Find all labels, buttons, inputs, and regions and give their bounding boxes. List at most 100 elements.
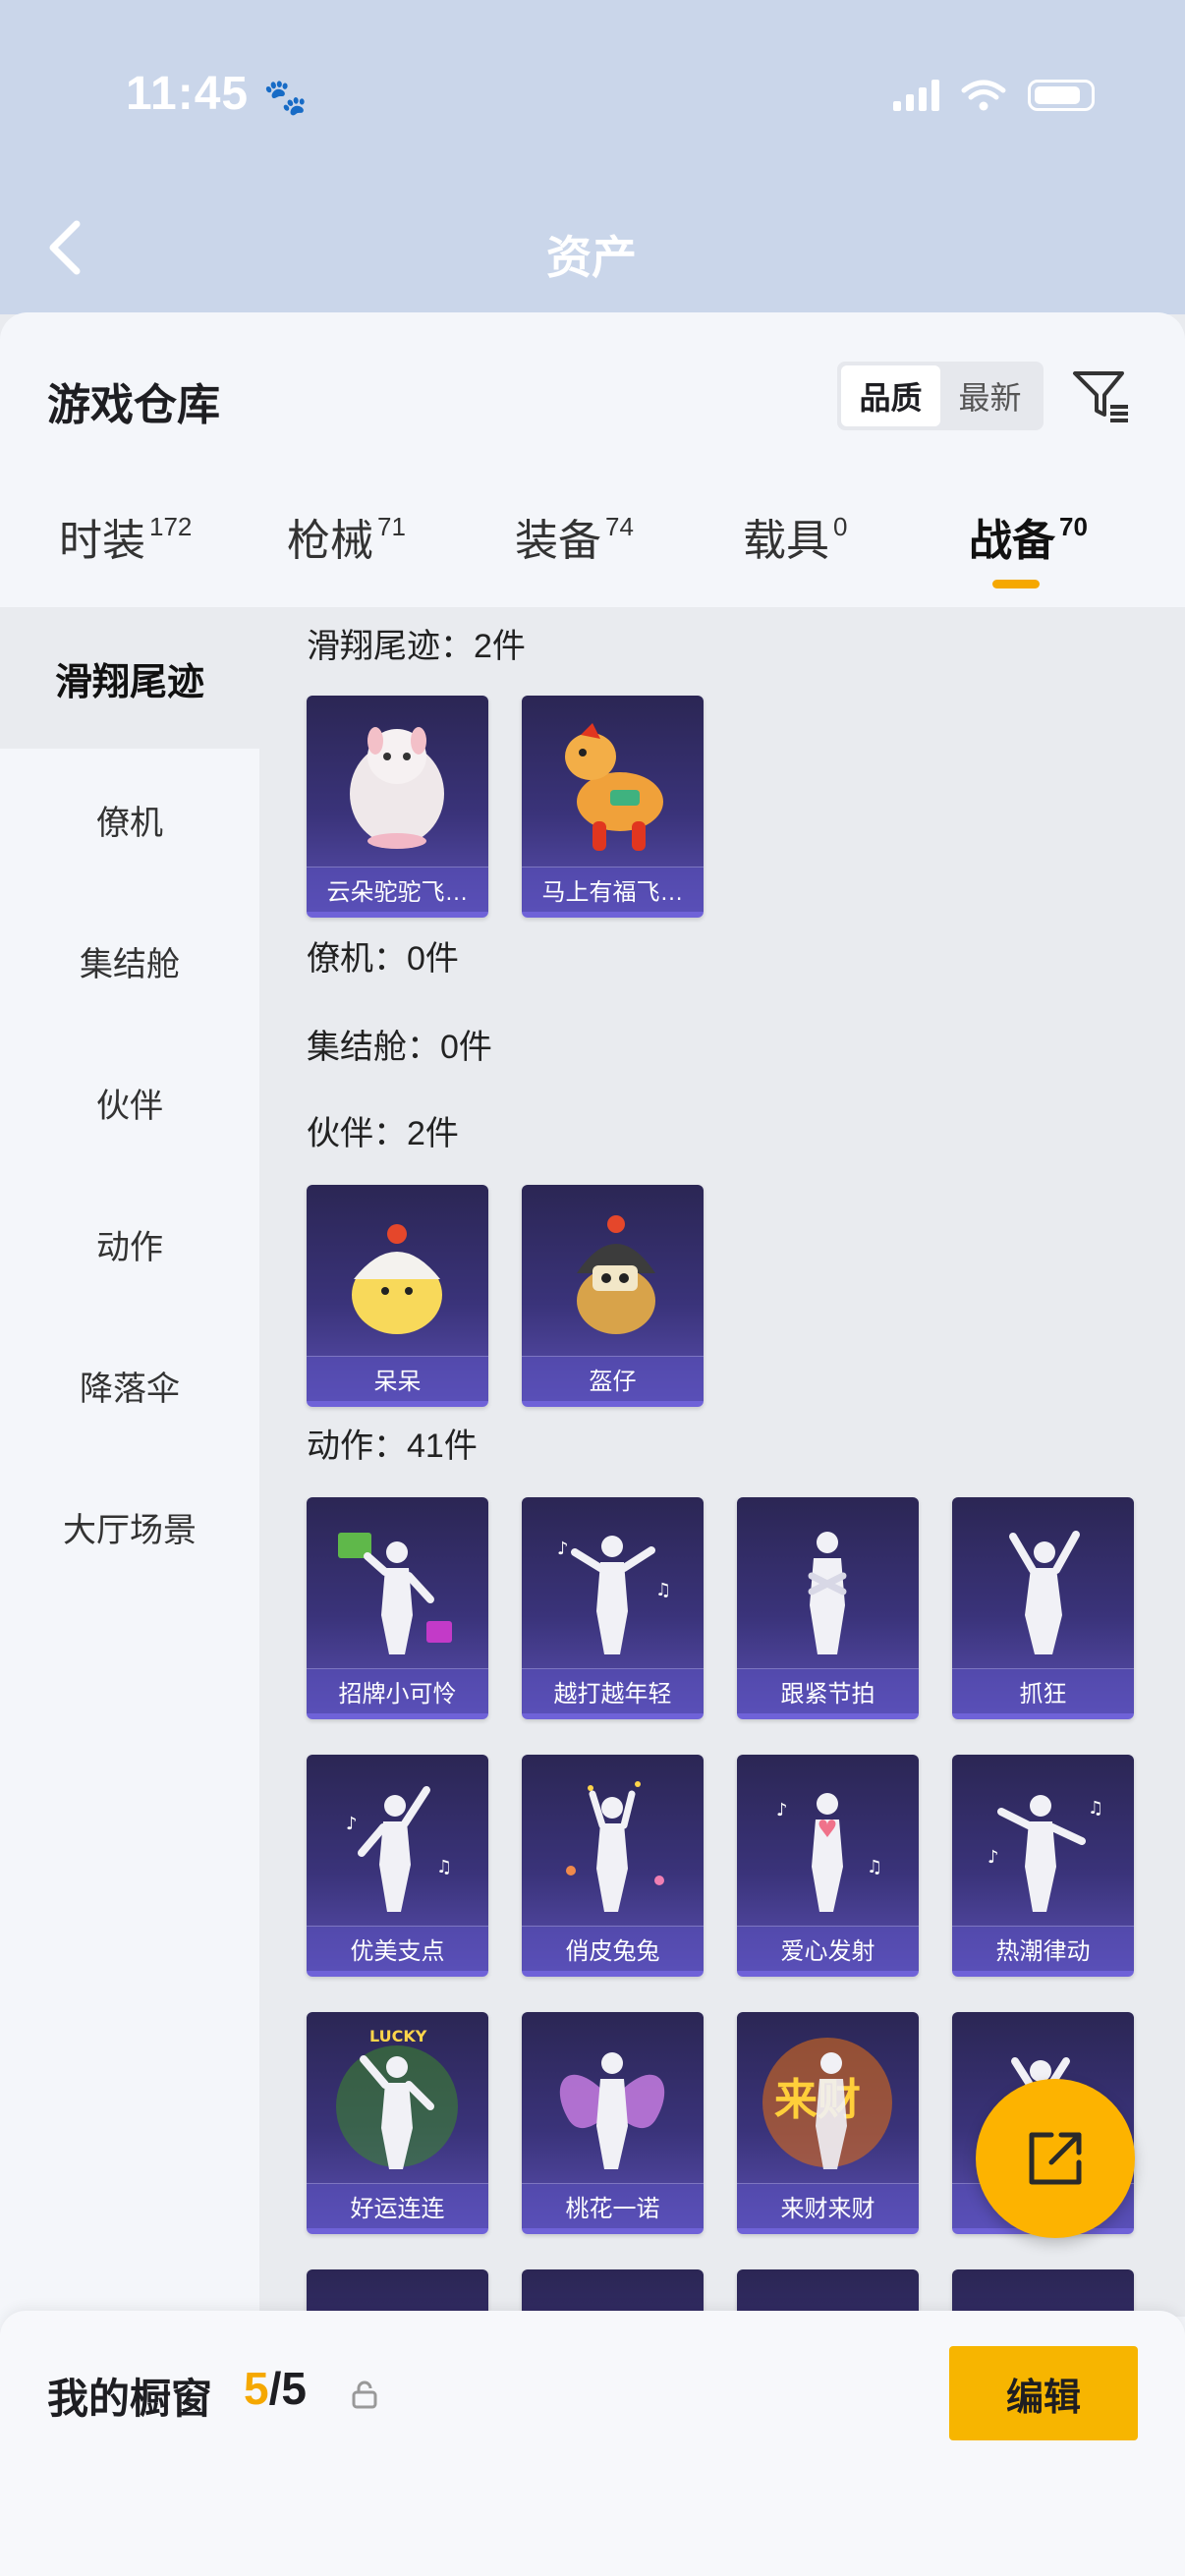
share-button[interactable]	[976, 2079, 1135, 2238]
item-name: 跟紧节拍	[737, 1668, 919, 1713]
svg-text:♫: ♫	[436, 1857, 452, 1877]
showcase-count: 5/5	[244, 2363, 307, 2414]
horse-glide-image	[565, 723, 663, 851]
item-name: 桃花一诺	[522, 2183, 704, 2228]
item-name: 呆呆	[307, 1356, 488, 1401]
showcase-label: 我的橱窗	[47, 2376, 213, 2422]
item-card[interactable]	[522, 2269, 704, 2317]
item-name: 云朵驼驼飞…	[307, 867, 488, 912]
battery-icon	[1028, 80, 1095, 111]
share-icon	[1029, 2132, 1082, 2185]
item-card[interactable]: 桃花一诺	[522, 2012, 704, 2234]
sidebar-item-parachute[interactable]: 降落伞	[0, 1315, 259, 1456]
edit-button[interactable]: 编辑	[949, 2346, 1138, 2440]
item-name: 热潮律动	[952, 1926, 1134, 1971]
sidebar: 滑翔尾迹 僚机 集结舱 伙伴 动作 降落伞 大厅场景	[0, 607, 259, 2576]
svg-text:♪: ♪	[776, 1800, 788, 1820]
item-card[interactable]: ♪ ♫ 优美支点	[307, 1755, 488, 1977]
tab-fashion[interactable]: 时装 172	[59, 505, 192, 568]
emote-figure-image: 来财	[762, 2038, 892, 2169]
sort-newest-button[interactable]: 最新	[940, 365, 1040, 426]
chick-partner-image	[352, 1224, 442, 1334]
back-arrow-icon[interactable]	[45, 218, 85, 277]
background-header: 11:45 🐾 资产	[0, 0, 1185, 314]
item-name: 优美支点	[307, 1926, 488, 1971]
item-card[interactable]: 抓狂	[952, 1497, 1134, 1719]
status-time: 11:45	[126, 68, 250, 120]
item-card[interactable]: ♪ ♫ 越打越年轻	[522, 1497, 704, 1719]
sort-toggle: 品质 最新	[837, 362, 1044, 430]
wifi-icon	[961, 80, 1006, 111]
item-card[interactable]: ♪ ♫ 爱心发射	[737, 1755, 919, 1977]
signal-icon	[893, 80, 939, 111]
warehouse-title: 游戏仓库	[47, 381, 220, 429]
item-name: 爱心发射	[737, 1926, 919, 1971]
lock-icon	[352, 2380, 377, 2409]
svg-text:♫: ♫	[1088, 1798, 1103, 1819]
emote-figure-image: ♪ ♫	[988, 1795, 1103, 1912]
emote-figure-image: ♪ ♫	[557, 1536, 671, 1654]
item-card[interactable]: ♪ ♫ 热潮律动	[952, 1755, 1134, 1977]
item-grid: 滑翔尾迹：2件 云朵驼驼飞… 马上有福飞… 僚机：0件 集结舱：0件 伙伴：2件…	[259, 607, 1185, 2317]
item-card[interactable]: 马上有福飞…	[522, 696, 704, 918]
item-card[interactable]	[307, 2269, 488, 2317]
tab-equipment[interactable]: 装备 74	[515, 505, 634, 568]
sort-quality-button[interactable]: 品质	[841, 365, 940, 426]
emote-figure-image: ♪ ♫	[776, 1793, 882, 1912]
emote-figure-image: ♪ ♫	[346, 1786, 452, 1912]
item-name: 抓狂	[952, 1668, 1134, 1713]
category-tabs: 时装 172 枪械 71 装备 74 载具 0 战备 70	[0, 505, 1185, 613]
showcase-bar: 我的橱窗 5/5 编辑	[0, 2311, 1185, 2576]
item-name: 好运连连	[307, 2183, 488, 2228]
section-label-emote: 动作：41件	[307, 1428, 478, 1465]
svg-text:♪: ♪	[988, 1847, 999, 1868]
sidebar-item-lobby[interactable]: 大厅场景	[0, 1456, 259, 1597]
emote-figure-image	[808, 1532, 847, 1654]
helmet-chick-partner-image	[577, 1215, 655, 1334]
page-title: 资产	[546, 232, 637, 283]
emote-figure-image	[559, 2052, 665, 2169]
item-name: 俏皮兔兔	[522, 1926, 704, 1971]
emote-figure-image	[566, 1781, 664, 1912]
item-card[interactable]	[952, 2269, 1134, 2317]
svg-text:LUCKY: LUCKY	[369, 2027, 427, 2045]
sidebar-item-wingman[interactable]: 僚机	[0, 749, 259, 890]
emote-figure-image	[338, 1533, 452, 1654]
item-name: 招牌小可怜	[307, 1668, 488, 1713]
filter-icon[interactable]	[1069, 364, 1134, 428]
tab-vehicles[interactable]: 载具 0	[743, 505, 847, 568]
paw-icon: 🐾	[263, 77, 308, 117]
section-label-wingman: 僚机：0件	[307, 940, 459, 978]
active-tab-indicator	[992, 580, 1040, 588]
item-card[interactable]: 招牌小可怜	[307, 1497, 488, 1719]
item-card[interactable]: 盔仔	[522, 1185, 704, 1407]
sidebar-item-partner[interactable]: 伙伴	[0, 1032, 259, 1173]
item-card[interactable]: 云朵驼驼飞…	[307, 696, 488, 918]
svg-text:♫: ♫	[867, 1857, 882, 1877]
sidebar-item-emote[interactable]: 动作	[0, 1173, 259, 1315]
alpaca-glide-image	[350, 727, 444, 849]
svg-text:♫: ♫	[655, 1580, 671, 1600]
tab-guns[interactable]: 枪械 71	[287, 505, 406, 568]
svg-text:♪: ♪	[557, 1539, 569, 1559]
item-card[interactable]: 跟紧节拍	[737, 1497, 919, 1719]
warehouse-sheet: 游戏仓库 品质 最新 时装 172 枪械 71 装备 74 载具 0 战备 70 滑翔尾迹…	[0, 312, 1185, 2576]
emote-figure-image	[1009, 1531, 1080, 1654]
sidebar-item-glide[interactable]: 滑翔尾迹	[0, 607, 259, 749]
emote-figure-image: LUCKY	[336, 2027, 458, 2169]
status-icons	[893, 79, 1095, 112]
item-card[interactable]: 呆呆	[307, 1185, 488, 1407]
sidebar-item-pod[interactable]: 集结舱	[0, 890, 259, 1032]
item-card[interactable]	[737, 2269, 919, 2317]
section-label-pod: 集结舱：0件	[307, 1029, 492, 1066]
item-name: 盔仔	[522, 1356, 704, 1401]
item-card[interactable]: LUCKY 好运连连	[307, 2012, 488, 2234]
item-card[interactable]: 来财 来财来财	[737, 2012, 919, 2234]
tab-readiness[interactable]: 战备 70	[969, 505, 1088, 568]
svg-text:♪: ♪	[346, 1814, 358, 1834]
section-label-partner: 伙伴：2件	[307, 1115, 459, 1152]
section-label-glide: 滑翔尾迹：2件	[307, 628, 526, 665]
item-name: 越打越年轻	[522, 1668, 704, 1713]
item-card[interactable]: 俏皮兔兔	[522, 1755, 704, 1977]
item-name: 来财来财	[737, 2183, 919, 2228]
